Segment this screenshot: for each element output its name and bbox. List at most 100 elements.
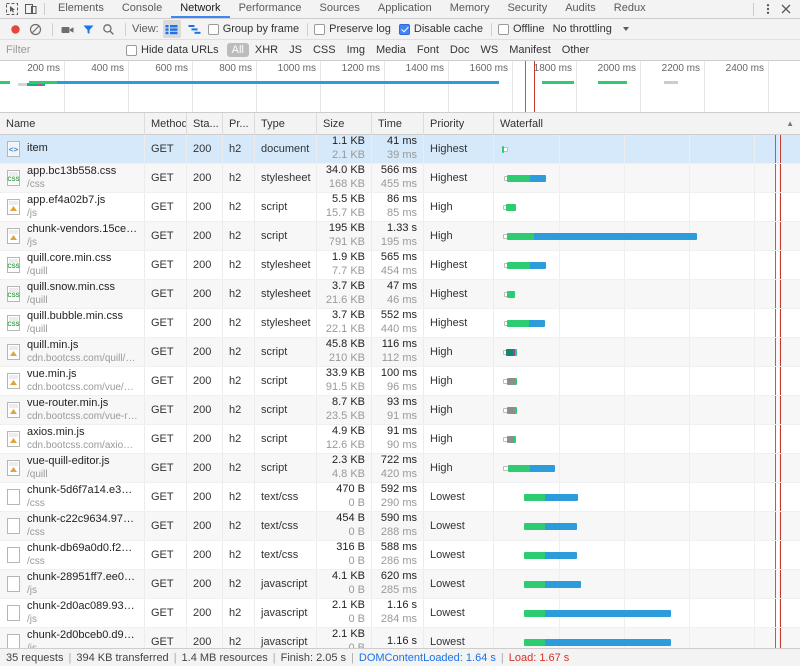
disable-cache-checkbox[interactable]: Disable cache (398, 23, 483, 35)
tab-memory[interactable]: Memory (441, 0, 499, 18)
cell-name[interactable]: chunk-db69a0d0.f2d0d572.../css (0, 541, 145, 569)
filter-type-media[interactable]: Media (371, 43, 411, 57)
table-row[interactable]: chunk-5d6f7a14.e3e89637.../css GET200h2te… (0, 483, 800, 512)
tab-console[interactable]: Console (113, 0, 171, 18)
cell-name[interactable]: app.ef4a02b7.js/js (0, 193, 145, 221)
column-header-size[interactable]: Size (317, 112, 372, 135)
tab-audits[interactable]: Audits (556, 0, 605, 18)
waterfall-bar (507, 291, 515, 298)
table-row[interactable]: app.ef4a02b7.js/js GET 200 h2 script 5.5 KB 15… (0, 193, 800, 222)
group-by-frame-box[interactable] (207, 23, 219, 35)
table-row[interactable]: vue.min.jscdn.bootcss.com/vue/2.6.10 GET2… (0, 367, 800, 396)
throttling-dropdown[interactable]: No throttling (553, 23, 629, 35)
column-header-protocol[interactable]: Pr... (223, 112, 255, 135)
network-overview-timeline[interactable]: 200 ms 400 ms 600 ms 800 ms 1000 ms 1200 ms 14… (0, 61, 800, 113)
preserve-log-box[interactable] (314, 23, 326, 35)
column-header-type[interactable]: Type (255, 112, 317, 135)
search-input[interactable] (6, 44, 126, 56)
column-header-waterfall[interactable]: Waterfall ▲ (494, 113, 800, 135)
cell-name[interactable]: CSS quill.snow.min.css/quill (0, 280, 145, 308)
cell-name[interactable]: CSS app.bc13b558.css/css (0, 164, 145, 192)
table-row[interactable]: chunk-c22c9634.9733d10.../css GET200h2tex… (0, 512, 800, 541)
table-row[interactable]: chunk-2d0bceb0.d9aa2d8... /js GET200h2java… (0, 628, 800, 648)
table-row[interactable]: chunk-28951ff7.ee033d4b.js/js GET200h2jav… (0, 570, 800, 599)
tab-redux[interactable]: Redux (605, 0, 655, 18)
preserve-log-checkbox[interactable]: Preserve log (314, 23, 391, 35)
cell-method: GET (145, 164, 187, 192)
cell-name[interactable]: CSS quill.core.min.css/quill (0, 251, 145, 279)
waterfall-segment (529, 465, 555, 472)
table-row[interactable]: chunk-vendors.15ce38a4.js/js GET200h2scri… (0, 222, 800, 251)
filter-type-xhr[interactable]: XHR (250, 43, 283, 57)
cell-name[interactable]: CSS quill.bubble.min.css/quill (0, 309, 145, 337)
filter-type-doc[interactable]: Doc (445, 43, 475, 57)
cell-name[interactable]: chunk-2d0ac089.93855ae2.js/js (0, 599, 145, 627)
cell-name[interactable]: quill.min.js cdn.bootcss.com/quill/1.3.6 (0, 338, 145, 366)
cell-name[interactable]: vue.min.jscdn.bootcss.com/vue/2.6.10 (0, 367, 145, 395)
filter-type-font[interactable]: Font (412, 43, 444, 57)
hide-data-urls-box[interactable] (126, 44, 137, 56)
column-header-name[interactable]: Name (0, 112, 145, 135)
cell-name[interactable]: chunk-28951ff7.ee033d4b.js/js (0, 570, 145, 598)
filter-type-other[interactable]: Other (557, 43, 595, 57)
tab-network[interactable]: Network (171, 0, 230, 18)
record-stop-icon[interactable] (6, 20, 24, 38)
tab-sources[interactable]: Sources (311, 0, 369, 18)
column-header-priority[interactable]: Priority (424, 112, 494, 135)
column-header-time[interactable]: Time (372, 112, 424, 135)
tab-elements[interactable]: Elements (49, 0, 113, 18)
filter-type-all[interactable]: All (226, 43, 249, 57)
cell-name[interactable]: vue-router.min.js cdn.bootcss.com/vue-rou… (0, 396, 145, 424)
cell-priority: Lowest (424, 512, 494, 540)
cell-name[interactable]: chunk-2d0bceb0.d9aa2d8... /js (0, 628, 145, 648)
column-header-status[interactable]: Sta... (187, 112, 223, 135)
cell-protocol: h2 (223, 512, 255, 540)
offline-checkbox[interactable]: Offline (497, 23, 545, 35)
table-row[interactable]: axios.min.jscdn.bootcss.com/axios/0.1...… (0, 425, 800, 454)
cell-name[interactable]: chunk-5d6f7a14.e3e89637.../css (0, 483, 145, 511)
filter-type-ws[interactable]: WS (475, 43, 503, 57)
cell-name[interactable]: vue-quill-editor.js/quill (0, 454, 145, 482)
waterfall-view-icon[interactable] (186, 20, 204, 38)
size-resource: 2.1 KB (331, 149, 365, 161)
clear-icon[interactable] (26, 20, 44, 38)
device-toolbar-icon[interactable] (24, 3, 37, 16)
close-icon[interactable] (778, 1, 794, 17)
table-row[interactable]: chunk-db69a0d0.f2d0d572.../css GET200h2te… (0, 541, 800, 570)
filter-type-css[interactable]: CSS (308, 43, 341, 57)
search-icon[interactable] (99, 20, 117, 38)
cell-name[interactable]: axios.min.jscdn.bootcss.com/axios/0.1... (0, 425, 145, 453)
tab-security[interactable]: Security (498, 0, 556, 18)
more-options-icon[interactable] (760, 1, 776, 17)
table-row[interactable]: <> item GET 200 h2 document 1.1 KB 2.1 KB 41 ms 3… (0, 135, 800, 164)
filter-type-manifest[interactable]: Manifest (504, 43, 556, 57)
table-row[interactable]: CSS quill.bubble.min.css/quill GET 200 h2 sty… (0, 309, 800, 338)
cell-time: 1.16 s (372, 628, 424, 648)
inspect-element-icon[interactable] (5, 3, 18, 16)
table-row[interactable]: vue-quill-editor.js/quill GET 200 h2 script 2… (0, 454, 800, 483)
network-table-body[interactable]: <> item GET 200 h2 document 1.1 KB 2.1 KB 41 ms 3… (0, 135, 800, 648)
list-view-icon[interactable] (162, 20, 181, 38)
table-row[interactable]: CSS quill.snow.min.css/quill GET 200 h2 style… (0, 280, 800, 309)
cell-name[interactable]: chunk-vendors.15ce38a4.js/js (0, 222, 145, 250)
cell-name[interactable]: <> item (0, 135, 145, 163)
group-by-frame-checkbox[interactable]: Group by frame (207, 23, 299, 35)
table-row[interactable]: CSS app.bc13b558.css/css GET 200 h2 styleshee… (0, 164, 800, 193)
table-row[interactable]: vue-router.min.js cdn.bootcss.com/vue-rou… (0, 396, 800, 425)
hide-data-urls-checkbox[interactable]: Hide data URLs (126, 44, 219, 56)
table-row[interactable]: quill.min.js cdn.bootcss.com/quill/1.3.6 G… (0, 338, 800, 367)
waterfall-gridline (754, 135, 755, 163)
table-row[interactable]: chunk-2d0ac089.93855ae2.js/js GET200h2jav… (0, 599, 800, 628)
request-name: chunk-vendors.15ce38a4.js (27, 222, 138, 235)
tab-application[interactable]: Application (369, 0, 441, 18)
tab-performance[interactable]: Performance (230, 0, 311, 18)
filter-funnel-icon[interactable] (79, 20, 97, 38)
filter-type-img[interactable]: Img (342, 43, 370, 57)
filter-type-js[interactable]: JS (284, 43, 307, 57)
offline-box[interactable] (497, 23, 509, 35)
cell-name[interactable]: chunk-c22c9634.9733d10.../css (0, 512, 145, 540)
disable-cache-box[interactable] (398, 23, 410, 35)
column-header-method[interactable]: Method (145, 112, 187, 135)
table-row[interactable]: CSS quill.core.min.css/quill GET 200 h2 style… (0, 251, 800, 280)
camera-icon[interactable] (59, 20, 77, 38)
